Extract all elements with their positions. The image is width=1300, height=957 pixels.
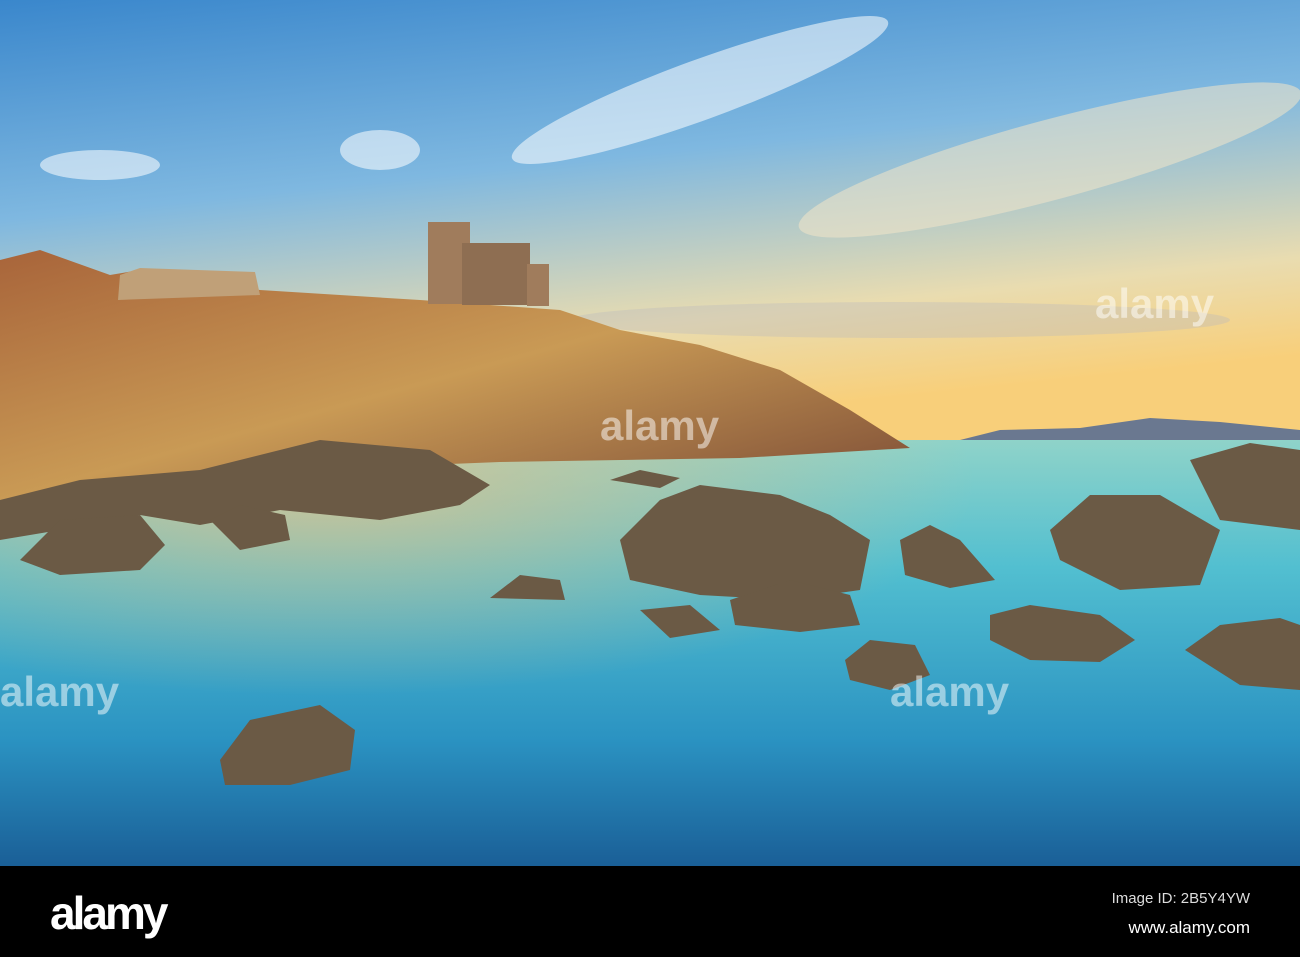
coastal-castle-scene: alamy alamy alamy alamy xyxy=(0,0,1300,866)
stock-photo: alamy alamy alamy alamy xyxy=(0,0,1300,866)
footer-bar: alamy Image ID: 2B5Y4YW www.alamy.com xyxy=(0,866,1300,957)
watermark-logo: alamy xyxy=(890,668,1010,715)
watermark-logo: alamy xyxy=(1095,280,1215,327)
watermark-logo: alamy xyxy=(600,402,720,449)
image-id: Image ID: 2B5Y4YW xyxy=(1111,890,1250,907)
watermark-logo: alamy xyxy=(0,668,120,715)
website-link[interactable]: www.alamy.com xyxy=(1128,918,1250,938)
alamy-logo: alamy xyxy=(50,887,168,939)
